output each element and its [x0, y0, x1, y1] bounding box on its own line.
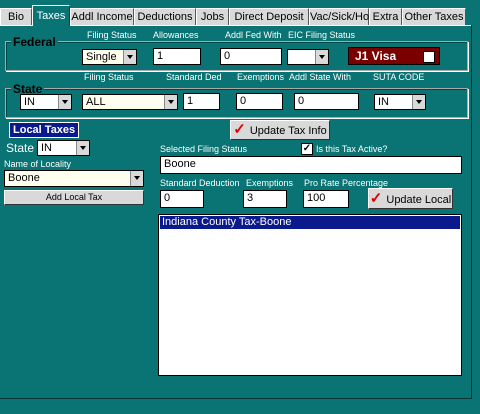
- local-taxes-heading: Local Taxes: [9, 122, 80, 138]
- suta-code-label: SUTA CODE: [373, 72, 425, 82]
- tab-strip: Bio Taxes Addl Income Deductions Jobs Di…: [0, 0, 480, 26]
- federal-filing-status-label: Filing Status: [87, 30, 137, 40]
- update-tax-info-label: Update Tax Info: [249, 125, 327, 137]
- chevron-down-icon: [315, 50, 328, 64]
- tax-active-label: Is this Tax Active?: [316, 144, 388, 154]
- suta-code-select[interactable]: IN: [374, 94, 426, 110]
- local-exemptions-input[interactable]: 3: [243, 190, 287, 208]
- standard-ded-input[interactable]: 1: [183, 93, 220, 110]
- addl-state-with-label: Addl State With: [289, 72, 352, 82]
- update-tax-info-button[interactable]: ✓ Update Tax Info: [230, 120, 330, 140]
- panel-top-edge: [0, 25, 472, 26]
- suta-code-value: IN: [378, 96, 389, 108]
- tab-jobs[interactable]: Jobs: [196, 8, 229, 25]
- state-exemptions-input[interactable]: 0: [236, 93, 283, 110]
- state-select[interactable]: IN: [20, 94, 72, 110]
- addl-state-with-input[interactable]: 0: [294, 93, 359, 110]
- chevron-down-icon: [164, 95, 177, 109]
- state-filing-status-value: ALL: [86, 96, 106, 108]
- locality-name-label: Name of Locality: [4, 159, 72, 169]
- selected-filing-status-label: Selected Filing Status: [160, 144, 248, 154]
- tab-taxes[interactable]: Taxes: [32, 5, 70, 26]
- state-filing-status-label: Filing Status: [84, 72, 134, 82]
- local-state-select[interactable]: IN: [37, 140, 90, 156]
- tab-direct-deposit[interactable]: Direct Deposit: [229, 8, 309, 25]
- j1-visa-label: J1 Visa: [355, 49, 397, 63]
- local-tax-list[interactable]: Indiana County Tax-Boone: [158, 214, 462, 376]
- pro-rate-percentage-label: Pro Rate Percentage: [304, 178, 389, 188]
- tax-window: Bio Taxes Addl Income Deductions Jobs Di…: [0, 0, 480, 414]
- standard-deduction-label: Standard Deduction: [160, 178, 240, 188]
- eic-filing-status-label: EIC Filing Status: [288, 30, 356, 40]
- panel-right-edge: [471, 25, 472, 399]
- state-filing-status-select[interactable]: ALL: [82, 94, 178, 110]
- tab-vac-sick-hol[interactable]: Vac/Sick/Hol: [309, 8, 372, 25]
- tab-other-taxes[interactable]: Other Taxes: [402, 8, 466, 25]
- addl-fed-with-label: Addl Fed With: [225, 30, 282, 40]
- locality-value: Boone: [8, 172, 40, 184]
- eic-filing-status-select[interactable]: [287, 49, 329, 65]
- update-local-button[interactable]: ✓ Update Local: [368, 188, 453, 209]
- federal-title: Federal: [11, 35, 58, 49]
- tab-bio[interactable]: Bio: [0, 8, 32, 25]
- checkmark-icon: ✓: [233, 121, 246, 138]
- update-local-label: Update Local: [386, 194, 452, 206]
- chevron-down-icon: [412, 95, 425, 109]
- chevron-down-icon: [123, 50, 136, 64]
- selected-filing-status-input[interactable]: Boone: [160, 156, 462, 174]
- checkmark-icon: ✓: [369, 190, 383, 207]
- j1-visa-box[interactable]: J1 Visa: [348, 47, 440, 65]
- state-value: IN: [24, 96, 35, 108]
- tax-active-checkbox[interactable]: ✓: [301, 143, 313, 155]
- addl-fed-with-input[interactable]: 0: [220, 48, 282, 65]
- allowances-input[interactable]: 1: [153, 48, 201, 65]
- standard-ded-label: Standard Ded: [166, 72, 222, 82]
- list-item[interactable]: Indiana County Tax-Boone: [160, 216, 460, 229]
- local-state-value: IN: [41, 142, 52, 154]
- federal-filing-status-select[interactable]: Single: [82, 49, 137, 65]
- locality-select[interactable]: Boone: [4, 170, 144, 187]
- federal-filing-status-value: Single: [86, 51, 117, 63]
- panel-bottom-edge: [0, 398, 472, 399]
- tab-deductions[interactable]: Deductions: [134, 8, 196, 25]
- add-local-tax-button[interactable]: Add Local Tax: [4, 190, 144, 205]
- tab-extra[interactable]: Extra: [369, 8, 402, 25]
- chevron-down-icon: [130, 171, 143, 186]
- allowances-label: Allowances: [153, 30, 199, 40]
- chevron-down-icon: [58, 95, 71, 109]
- state-exemptions-label: Exemptions: [237, 72, 285, 82]
- local-exemptions-label: Exemptions: [246, 178, 294, 188]
- j1-visa-checkbox[interactable]: [423, 51, 435, 63]
- standard-deduction-input[interactable]: 0: [160, 190, 204, 208]
- chevron-down-icon: [76, 141, 89, 155]
- tab-addl-income[interactable]: Addl Income: [70, 8, 134, 25]
- local-state-label: State: [6, 141, 35, 155]
- pro-rate-percentage-input[interactable]: 100: [303, 190, 349, 208]
